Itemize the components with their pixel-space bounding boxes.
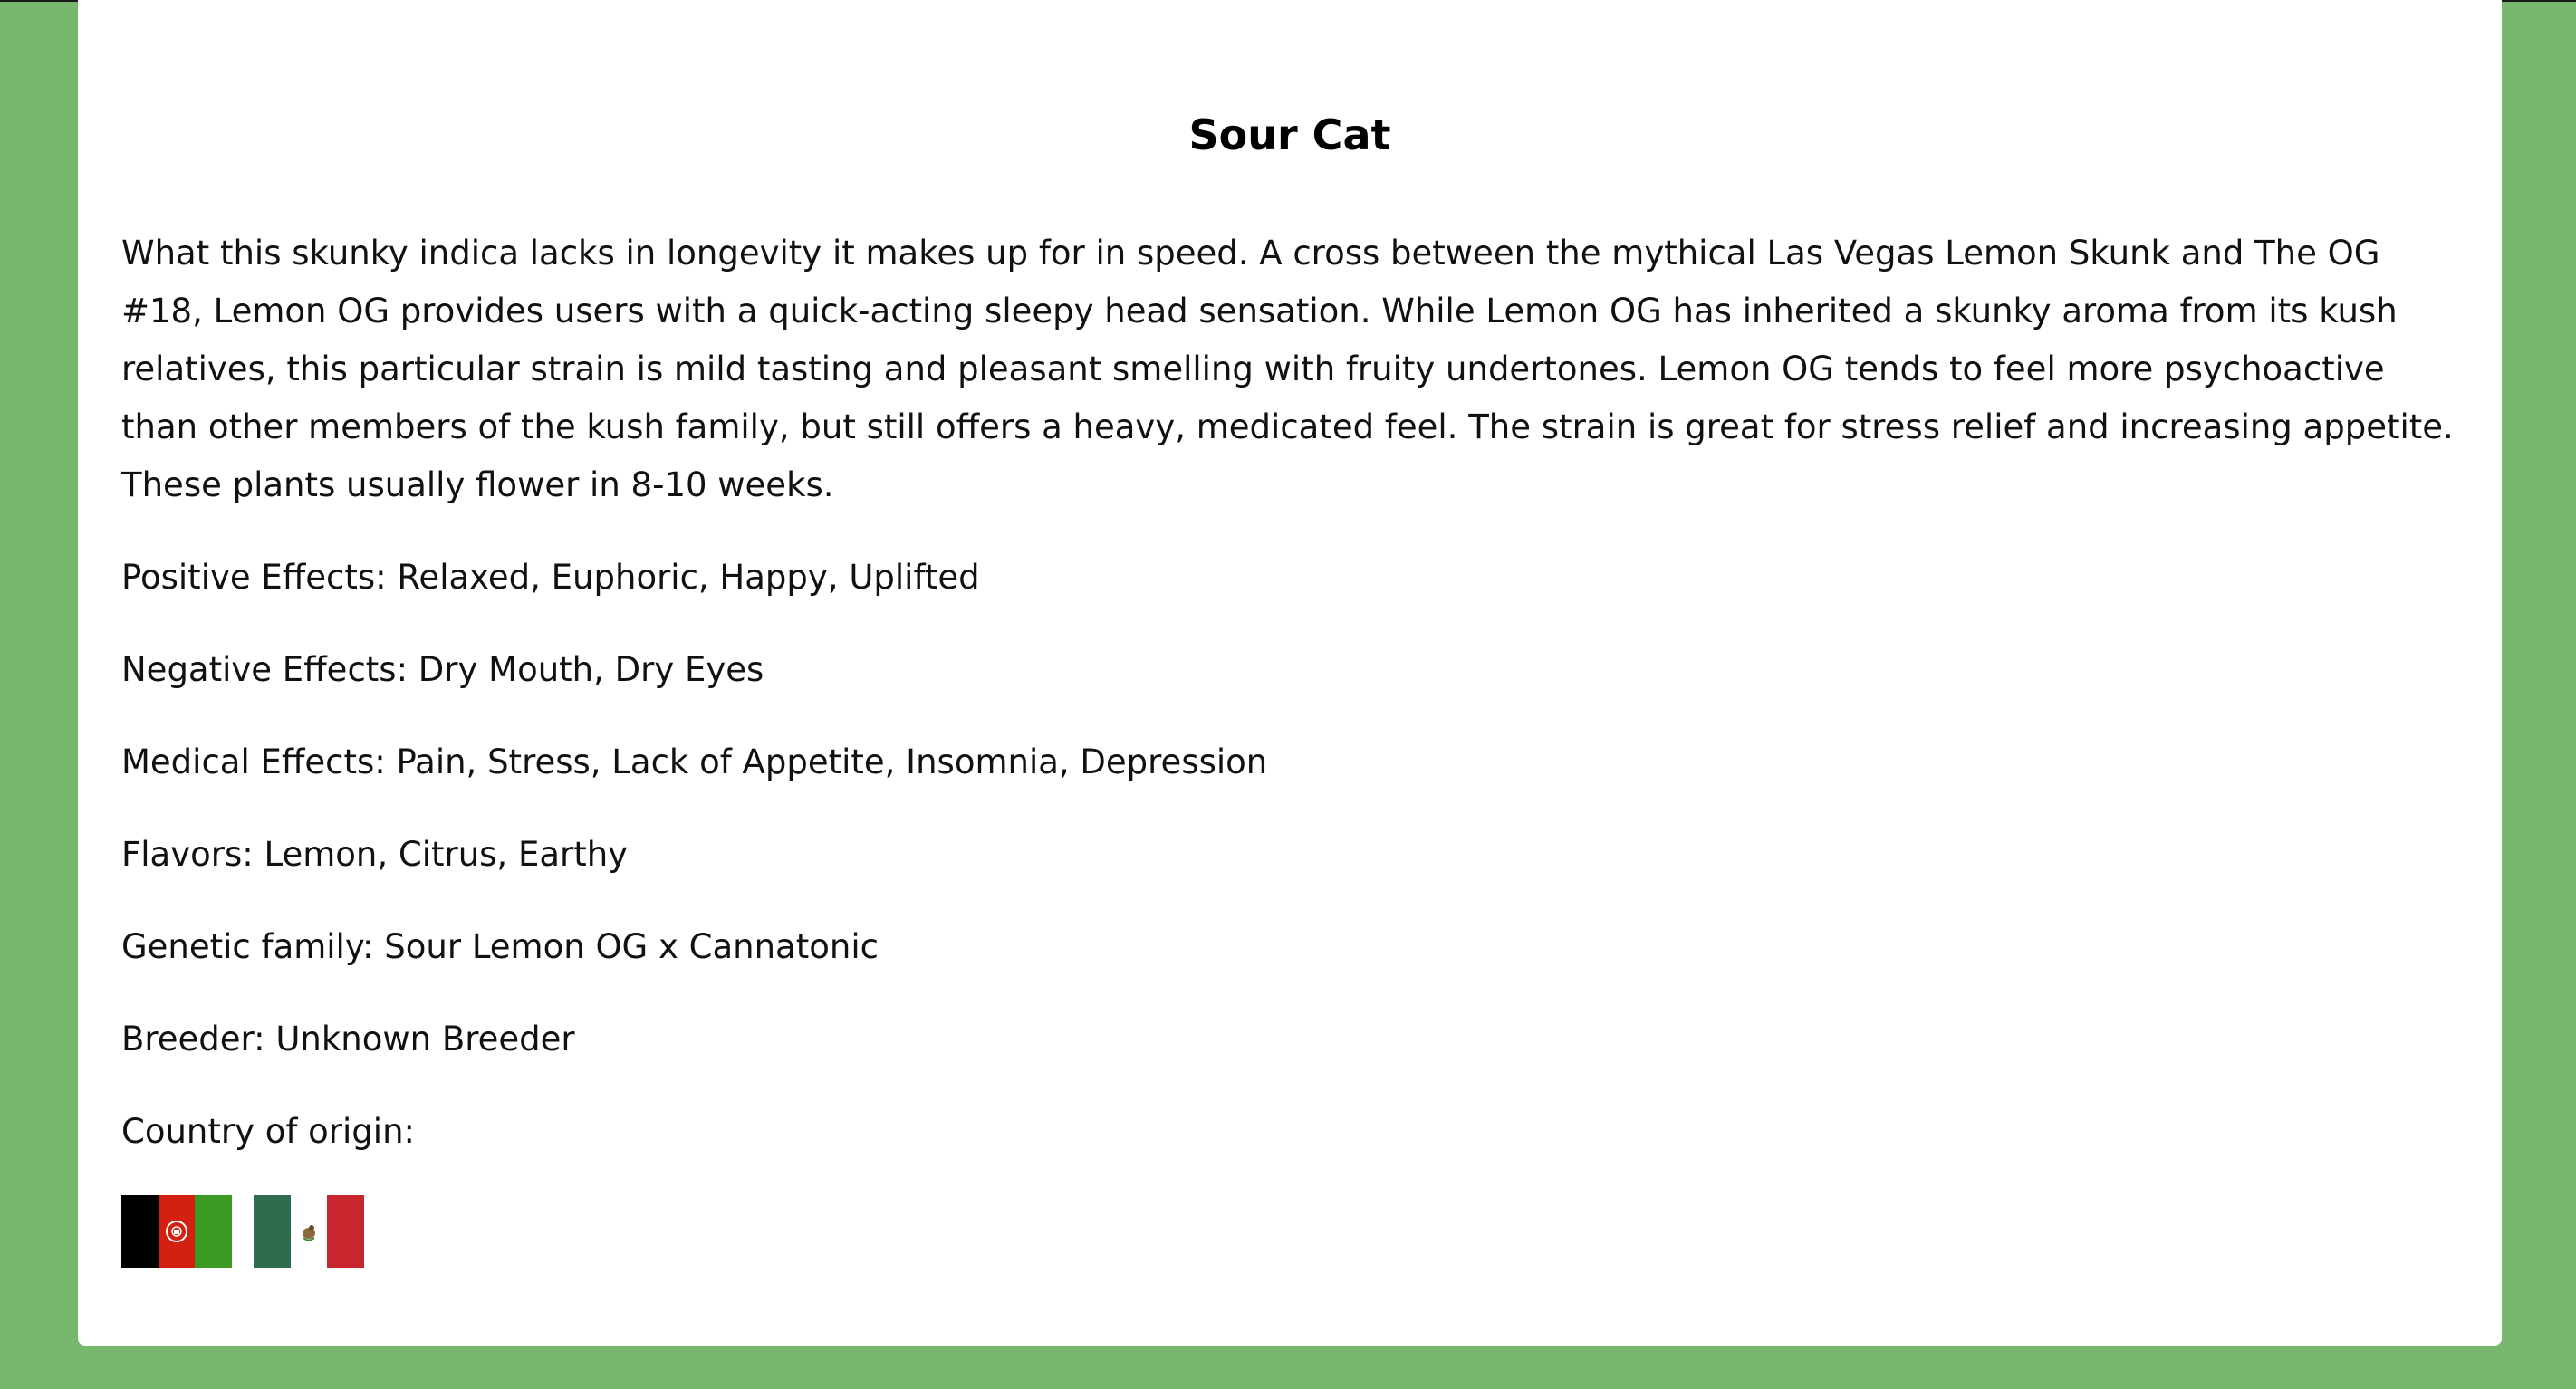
genetic-family: Genetic family: Sour Lemon OG x Cannaton… bbox=[121, 927, 879, 966]
flavors: Flavors: Lemon, Citrus, Earthy bbox=[121, 835, 629, 874]
strain-details: What this skunky indica lacks in longevi… bbox=[121, 225, 2467, 1268]
negative-effects: Negative Effects: Dry Mouth, Dry Eyes bbox=[121, 650, 764, 689]
page-title: Sour Cat bbox=[1188, 110, 1391, 159]
strain-description: What this skunky indica lacks in longevi… bbox=[121, 234, 2454, 504]
country-flags bbox=[121, 1195, 2467, 1268]
mexico-emblem-icon bbox=[303, 1225, 315, 1241]
breeder: Breeder: Unknown Breeder bbox=[121, 1020, 575, 1059]
medical-effects: Medical Effects: Pain, Stress, Lack of A… bbox=[121, 742, 1268, 781]
afghanistan-flag-icon bbox=[121, 1195, 233, 1268]
mexico-flag-icon bbox=[254, 1195, 365, 1268]
positive-effects: Positive Effects: Relaxed, Euphoric, Hap… bbox=[121, 558, 980, 597]
country-of-origin-label: Country of origin: bbox=[121, 1112, 415, 1151]
afghanistan-emblem-icon bbox=[166, 1221, 187, 1242]
strain-card: Sour Cat What this skunky indica lacks i… bbox=[78, 0, 2502, 1346]
